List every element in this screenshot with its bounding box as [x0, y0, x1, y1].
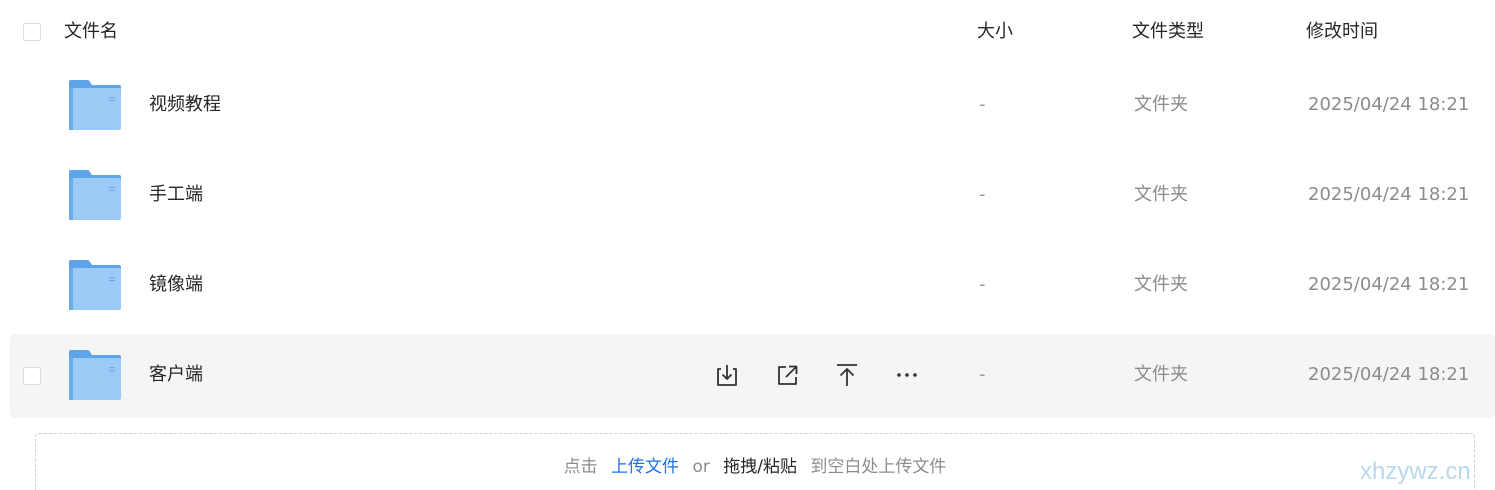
file-type: 文件夹	[1134, 364, 1188, 385]
table-row[interactable]: 手工端 - 文件夹 2025/04/24 18:21	[10, 154, 1495, 238]
folder-icon	[69, 170, 121, 220]
folder-icon	[69, 80, 121, 130]
column-header-mtime[interactable]: 修改时间	[1306, 20, 1378, 44]
file-type: 文件夹	[1134, 274, 1188, 295]
column-header-size[interactable]: 大小	[977, 20, 1013, 44]
more-icon[interactable]	[892, 360, 922, 390]
upload-dropzone[interactable]: 点击 上传文件 or 拖拽/粘贴 到空白处上传文件	[35, 433, 1475, 490]
upload-file-link[interactable]: 上传文件	[611, 457, 679, 477]
dropzone-click-text: 点击	[563, 457, 598, 477]
table-row[interactable]: 视频教程 - 文件夹 2025/04/24 18:21	[10, 64, 1495, 148]
table-header: 文件名 大小 文件类型 修改时间	[0, 0, 1495, 66]
folder-icon	[69, 260, 121, 310]
file-mtime: 2025/04/24 18:21	[1308, 184, 1470, 205]
file-name[interactable]: 手工端	[149, 183, 203, 207]
select-all-checkbox[interactable]	[23, 23, 41, 41]
file-size: -	[979, 364, 986, 385]
row-checkbox[interactable]	[23, 367, 41, 385]
share-icon[interactable]	[772, 360, 802, 390]
dropzone-or-text: or	[692, 457, 710, 477]
file-type: 文件夹	[1134, 94, 1188, 115]
file-type: 文件夹	[1134, 184, 1188, 205]
file-list-page: 文件名 大小 文件类型 修改时间 视频教程 - 文件夹 2025/04/24 1…	[0, 0, 1495, 490]
table-row[interactable]: 客户端 - 文件夹 2025/04/24 18:21	[10, 334, 1495, 418]
dropzone-drag-paste-text: 拖拽/粘贴	[723, 457, 797, 477]
file-mtime: 2025/04/24 18:21	[1308, 94, 1470, 115]
folder-icon	[69, 350, 121, 400]
file-name[interactable]: 客户端	[149, 363, 203, 387]
column-header-type[interactable]: 文件类型	[1132, 20, 1204, 44]
file-size: -	[979, 274, 986, 295]
file-mtime: 2025/04/24 18:21	[1308, 364, 1470, 385]
column-header-name[interactable]: 文件名	[64, 20, 118, 44]
file-size: -	[979, 94, 986, 115]
download-icon[interactable]	[712, 360, 742, 390]
table-row[interactable]: 镜像端 - 文件夹 2025/04/24 18:21	[10, 244, 1495, 328]
file-name[interactable]: 视频教程	[149, 93, 221, 117]
file-name[interactable]: 镜像端	[149, 273, 203, 297]
file-mtime: 2025/04/24 18:21	[1308, 274, 1470, 295]
watermark: xhzywz.cn	[1360, 458, 1471, 485]
file-size: -	[979, 184, 986, 205]
dropzone-hint: 点击 上传文件 or 拖拽/粘贴 到空白处上传文件	[36, 456, 1474, 478]
pin-top-icon[interactable]	[832, 360, 862, 390]
dropzone-to-blank-text: 到空白处上传文件	[810, 457, 947, 477]
